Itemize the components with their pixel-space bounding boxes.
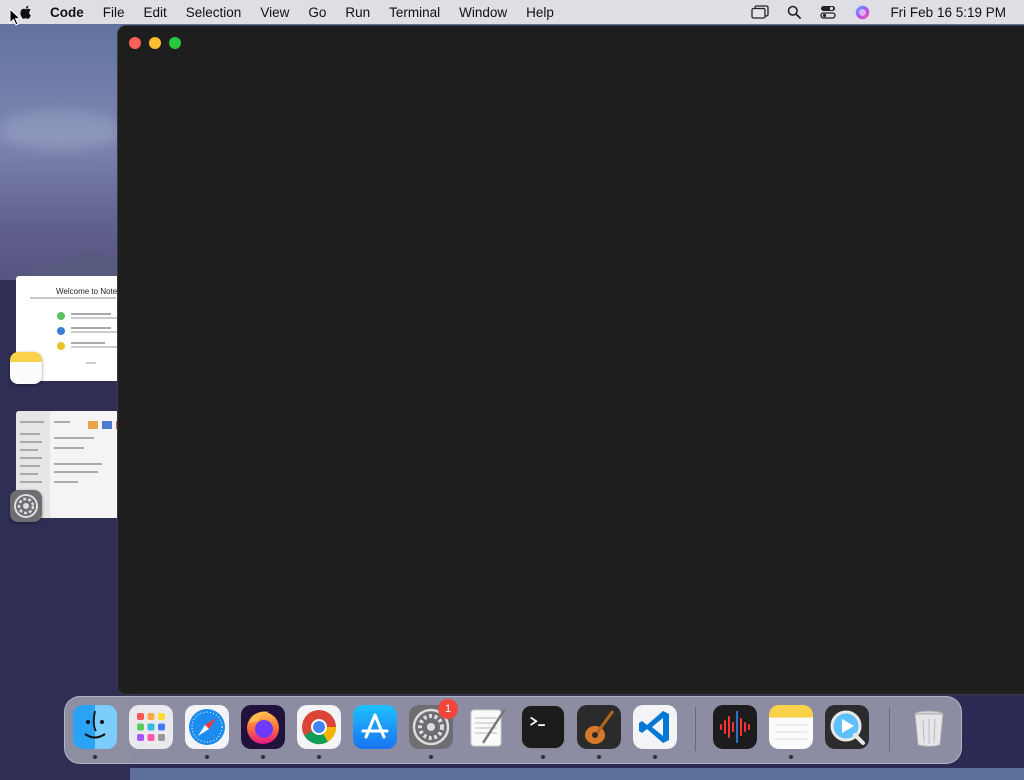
dock-app-store-icon[interactable] (353, 705, 397, 749)
dock-notes-icon[interactable] (769, 705, 813, 749)
menu-edit[interactable]: Edit (144, 5, 167, 20)
search-icon[interactable] (784, 4, 804, 20)
dock-quicktime-icon[interactable] (825, 705, 869, 749)
dock-firefox-icon[interactable] (241, 705, 285, 749)
window-close-button[interactable] (129, 37, 141, 49)
dock-separator (889, 707, 890, 751)
menu-help[interactable]: Help (526, 5, 554, 20)
menubar: Code File Edit Selection View Go Run Ter… (0, 0, 1024, 24)
menu-run[interactable]: Run (345, 5, 370, 20)
mouse-cursor-icon (9, 8, 21, 26)
dock-separator (695, 707, 696, 751)
stage-manager-icon[interactable] (750, 4, 770, 20)
dock-textedit-icon[interactable] (465, 705, 509, 749)
dock-vscode-icon[interactable] (633, 705, 677, 749)
dock-finder-icon[interactable] (73, 705, 117, 749)
window-minimize-button[interactable] (149, 37, 161, 49)
notes-thumbnail-title: Welcome to Notes (56, 287, 118, 296)
system-settings-notification-badge: 1 (438, 699, 458, 719)
dock-garageband-icon[interactable] (577, 705, 621, 749)
dock-launchpad-icon[interactable] (129, 705, 173, 749)
feature-icon (57, 342, 65, 350)
system-settings-app-icon[interactable] (10, 490, 42, 522)
menubar-status-area: Fri Feb 16 5:19 PM (750, 0, 1006, 24)
menu-terminal[interactable]: Terminal (389, 5, 440, 20)
menu-selection[interactable]: Selection (186, 5, 242, 20)
siri-icon[interactable] (852, 4, 872, 20)
menu-app-name[interactable]: Code (50, 5, 84, 20)
control-center-icon[interactable] (818, 4, 838, 20)
code-editor-window[interactable] (118, 26, 1024, 694)
dock-safari-icon[interactable] (185, 705, 229, 749)
wallpaper-cloud (0, 110, 120, 150)
menu-file[interactable]: File (103, 5, 125, 20)
menu-window[interactable]: Window (459, 5, 507, 20)
menu-go[interactable]: Go (308, 5, 326, 20)
feature-icon (57, 327, 65, 335)
window-maximize-button[interactable] (169, 37, 181, 49)
menu-view[interactable]: View (260, 5, 289, 20)
dock-voice-memos-icon[interactable] (713, 705, 757, 749)
dock-chrome-icon[interactable] (297, 705, 341, 749)
feature-icon (57, 312, 65, 320)
dock (64, 696, 962, 764)
menubar-clock[interactable]: Fri Feb 16 5:19 PM (890, 5, 1006, 20)
dock-terminal-icon[interactable] (521, 705, 565, 749)
notes-app-icon[interactable] (10, 352, 42, 384)
dock-trash-icon[interactable] (907, 705, 951, 749)
